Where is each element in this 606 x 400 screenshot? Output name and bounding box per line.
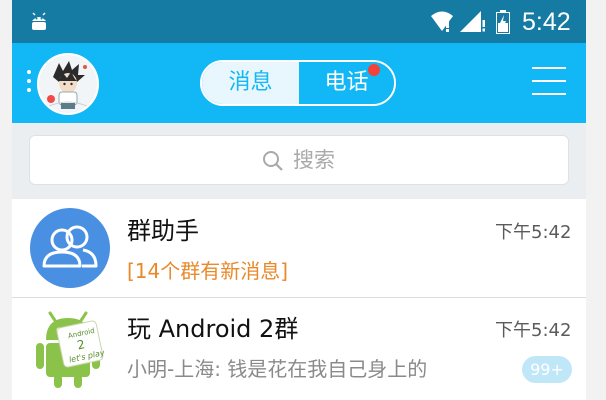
right-frame: [586, 0, 606, 400]
avatar[interactable]: [37, 53, 99, 115]
message-phone-tabs: 消息 电话: [200, 60, 396, 106]
wifi-icon: [431, 11, 453, 32]
search-placeholder: 搜索: [293, 148, 335, 172]
more-dots-icon[interactable]: [27, 70, 31, 96]
tab-messages[interactable]: 消息: [202, 62, 299, 104]
chat-app: 5:42 消息 电话 搜索 群助手 [14个群有新消息] 下午5:42 Andr…: [12, 0, 586, 400]
conversation-title: 玩 Android 2群: [127, 315, 299, 343]
conversation-preview: 小明-上海: 钱是花在我自己身上的: [127, 357, 428, 381]
conversation-title: 群助手: [127, 217, 199, 245]
android-icon: [32, 12, 46, 30]
phone-badge-dot: [368, 64, 380, 76]
signal-icon: [460, 11, 485, 32]
conversation-time: 下午5:42: [495, 320, 572, 341]
search-icon: [263, 151, 283, 171]
group-assistant-icon: [30, 208, 110, 288]
conversation-time: 下午5:42: [495, 222, 572, 243]
android-group-avatar: Android 2 let's play: [36, 310, 106, 390]
left-frame: [0, 0, 12, 400]
conversation-preview: [14个群有新消息]: [127, 259, 289, 283]
unread-count-badge: 99+: [522, 356, 572, 383]
battery-icon: [496, 10, 510, 34]
status-clock: 5:42: [522, 8, 571, 36]
menu-icon[interactable]: [532, 67, 566, 97]
